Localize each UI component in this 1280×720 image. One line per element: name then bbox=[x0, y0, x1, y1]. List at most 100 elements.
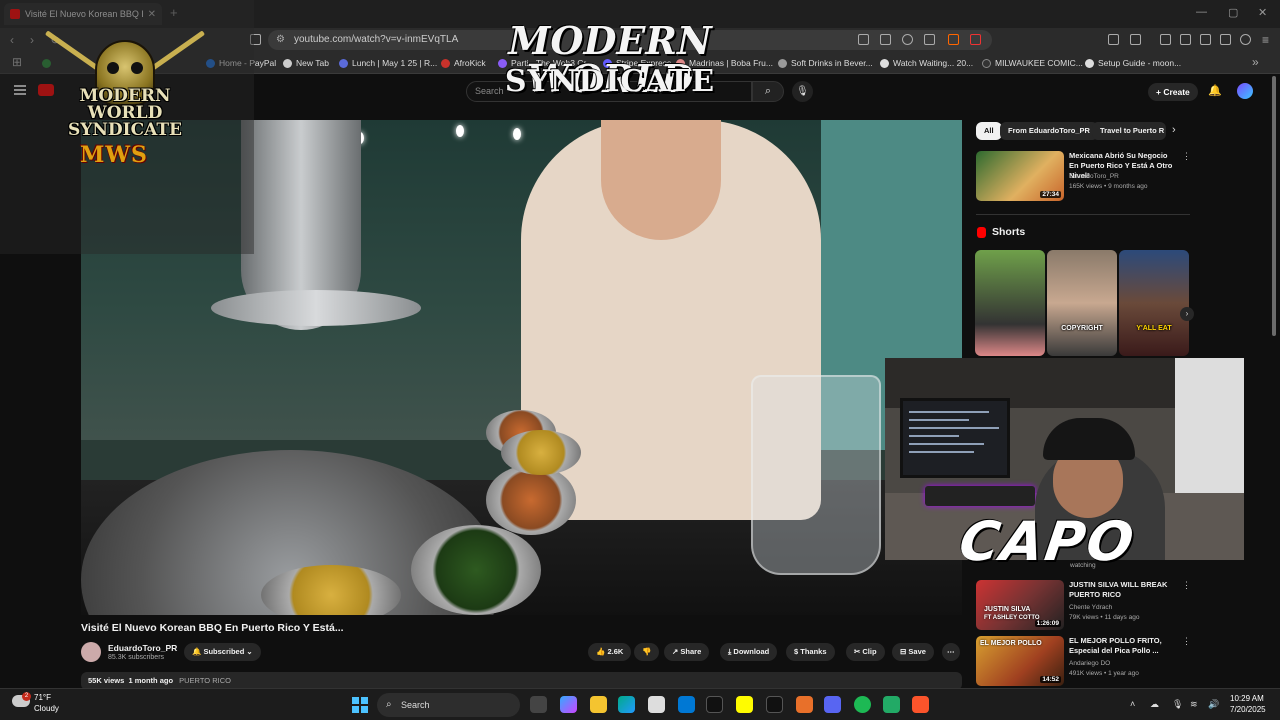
minimize-icon[interactable]: — bbox=[1196, 6, 1207, 18]
zoom-icon[interactable] bbox=[902, 34, 913, 45]
sidebar-icon[interactable] bbox=[1180, 34, 1191, 45]
store-icon[interactable] bbox=[648, 696, 665, 713]
download-button[interactable]: ⤓ Download bbox=[720, 643, 778, 661]
vpn-icon[interactable] bbox=[1240, 34, 1251, 45]
video-thumbnail[interactable]: EL MEJOR POLLO 14:52 bbox=[976, 636, 1064, 686]
globe-icon bbox=[283, 58, 292, 68]
save-button[interactable]: ⊟ Save bbox=[892, 643, 934, 661]
dislike-button[interactable]: 👎 bbox=[634, 643, 660, 661]
bookmark-favicon-icon bbox=[880, 58, 889, 68]
more-options-icon[interactable]: ⋮ bbox=[1182, 580, 1191, 591]
media-icon[interactable] bbox=[1160, 34, 1171, 45]
discord-icon[interactable] bbox=[824, 696, 841, 713]
more-actions-button[interactable]: ⋯ bbox=[942, 643, 960, 661]
chevron-right-icon[interactable]: › bbox=[1172, 124, 1176, 136]
task-view-icon[interactable] bbox=[530, 696, 547, 713]
app-icon[interactable] bbox=[883, 696, 900, 713]
channel-name[interactable]: EduardoToro_PR bbox=[108, 643, 177, 653]
tray-chevron-icon[interactable]: ˄ bbox=[1130, 699, 1135, 709]
recommendation-channel[interactable]: EduardoToro_PR bbox=[1069, 173, 1119, 180]
bookmark-item[interactable]: Soft Drinks in Bever... bbox=[778, 55, 873, 71]
thanks-button[interactable]: $ Thanks bbox=[786, 643, 835, 661]
app-icon[interactable] bbox=[796, 696, 813, 713]
short-item[interactable]: COPYRIGHT bbox=[1047, 250, 1117, 356]
recommendation-item[interactable]: EL MEJOR POLLO 14:52 EL MEJOR POLLO FRIT… bbox=[976, 636, 1191, 686]
share-page-icon[interactable] bbox=[924, 34, 935, 45]
tiktok-icon[interactable] bbox=[706, 696, 723, 713]
thanks-icon: $ bbox=[794, 647, 799, 656]
close-window-icon[interactable]: ✕ bbox=[1258, 6, 1267, 19]
share-button[interactable]: ↗ Share bbox=[664, 643, 710, 661]
more-options-icon[interactable]: ⋮ bbox=[1182, 636, 1191, 647]
clock-time[interactable]: 10:29 AM bbox=[1230, 694, 1264, 703]
edge-icon[interactable] bbox=[618, 696, 635, 713]
notifications-bell-icon[interactable]: 🔔 bbox=[1208, 84, 1222, 97]
chip-all[interactable]: All bbox=[976, 122, 1002, 140]
thumbnail-text: FT ASHLEY COTTO bbox=[984, 615, 1040, 621]
extensions-icon[interactable] bbox=[1108, 34, 1119, 45]
wallet-icon[interactable] bbox=[1200, 34, 1211, 45]
cast-icon[interactable] bbox=[880, 34, 891, 45]
recommendation-item[interactable]: JUSTIN SILVA FT ASHLEY COTTO 1:26:09 JUS… bbox=[976, 580, 1191, 630]
shorts-icon bbox=[977, 227, 986, 238]
bookmark-label: Watch Waiting... 20... bbox=[893, 58, 974, 68]
volume-icon[interactable]: 🔊 bbox=[1208, 699, 1219, 710]
recommendation-channel[interactable]: Andariego DO bbox=[1069, 660, 1110, 667]
capcut-icon[interactable] bbox=[766, 696, 783, 713]
microphone-icon[interactable]: 🎙 bbox=[1172, 699, 1183, 710]
rewards-icon[interactable] bbox=[970, 34, 981, 45]
clock-date[interactable]: 7/20/2025 bbox=[1230, 705, 1266, 714]
account-avatar[interactable] bbox=[1237, 83, 1253, 99]
like-button[interactable]: 👍 2.6K bbox=[588, 643, 632, 661]
more-bookmarks-icon[interactable]: » bbox=[1252, 55, 1259, 69]
create-button[interactable]: + Create bbox=[1148, 83, 1198, 101]
brave-shield-icon[interactable] bbox=[948, 34, 959, 45]
leo-ai-icon[interactable] bbox=[1220, 34, 1231, 45]
snapchat-icon[interactable] bbox=[736, 696, 753, 713]
channel-avatar[interactable] bbox=[81, 642, 101, 662]
bookmark-item[interactable]: New Tab bbox=[283, 55, 329, 71]
taskbar-search[interactable]: ⌕ Search bbox=[377, 693, 520, 717]
more-options-icon[interactable]: ⋮ bbox=[1182, 151, 1191, 162]
recommendation-title[interactable]: JUSTIN SILVA WILL BREAK PUERTO RICO bbox=[1069, 580, 1177, 600]
start-tile bbox=[352, 697, 359, 704]
brave-icon[interactable] bbox=[912, 696, 929, 713]
temperature[interactable]: 71°F bbox=[34, 693, 51, 702]
clip-button[interactable]: ✂ Clip bbox=[846, 643, 885, 661]
start-button[interactable] bbox=[352, 697, 368, 713]
video-thumbnail[interactable]: 27:34 bbox=[976, 151, 1064, 201]
bookmark-item[interactable]: Lunch | May 1 25 | R... bbox=[339, 55, 437, 71]
recommendation-channel[interactable]: Chente Ydrach bbox=[1069, 604, 1112, 611]
more-icon: ⋯ bbox=[947, 647, 955, 656]
screenshot-icon[interactable] bbox=[1130, 34, 1141, 45]
outlook-icon[interactable] bbox=[678, 696, 695, 713]
chip-travel[interactable]: Travel to Puerto R bbox=[1092, 122, 1166, 140]
video-thumbnail[interactable]: JUSTIN SILVA FT ASHLEY COTTO 1:26:09 bbox=[976, 580, 1064, 630]
thumbnail-text: EL MEJOR POLLO bbox=[980, 640, 1042, 647]
wifi-icon[interactable]: ≋ bbox=[1190, 699, 1198, 710]
copilot-icon[interactable] bbox=[560, 696, 577, 713]
subscribed-button[interactable]: 🔔 Subscribed ⌄ bbox=[184, 643, 261, 661]
bookmark-item[interactable]: Setup Guide - moon... bbox=[1085, 55, 1181, 71]
weather-condition[interactable]: Cloudy bbox=[34, 704, 59, 713]
maximize-icon[interactable]: ▢ bbox=[1228, 6, 1238, 19]
spotify-icon[interactable] bbox=[854, 696, 871, 713]
file-explorer-icon[interactable] bbox=[590, 696, 607, 713]
bookmark-item[interactable]: MILWAUKEE COMIC... bbox=[982, 55, 1083, 71]
location-tag[interactable]: PUERTO RICO bbox=[179, 676, 231, 685]
shorts-next-icon[interactable]: › bbox=[1180, 307, 1194, 321]
short-item[interactable] bbox=[975, 250, 1045, 356]
extension-icon[interactable] bbox=[858, 34, 869, 45]
recommendation-meta: 165K views • 9 months ago bbox=[1069, 183, 1148, 190]
site-info-icon[interactable]: ⚙ bbox=[276, 30, 285, 50]
scrollbar[interactable] bbox=[1272, 76, 1276, 336]
short-item[interactable]: Y'ALL EAT bbox=[1119, 250, 1189, 356]
recommendation-item[interactable]: 27:34 Mexicana Abrió Su Negocio En Puert… bbox=[976, 151, 1191, 205]
onedrive-icon[interactable]: ☁ bbox=[1150, 699, 1159, 710]
chip-from-channel[interactable]: From EduardoToro_PR bbox=[1000, 122, 1098, 140]
bookmark-item[interactable]: Watch Waiting... 20... bbox=[880, 55, 973, 71]
cam-monitor-line bbox=[909, 427, 999, 429]
menu-icon[interactable]: ≡ bbox=[1262, 33, 1269, 47]
recommendation-title[interactable]: EL MEJOR POLLO FRITO, Especial del Pica … bbox=[1069, 636, 1177, 656]
voice-search-button[interactable]: 🎙 bbox=[792, 81, 813, 102]
